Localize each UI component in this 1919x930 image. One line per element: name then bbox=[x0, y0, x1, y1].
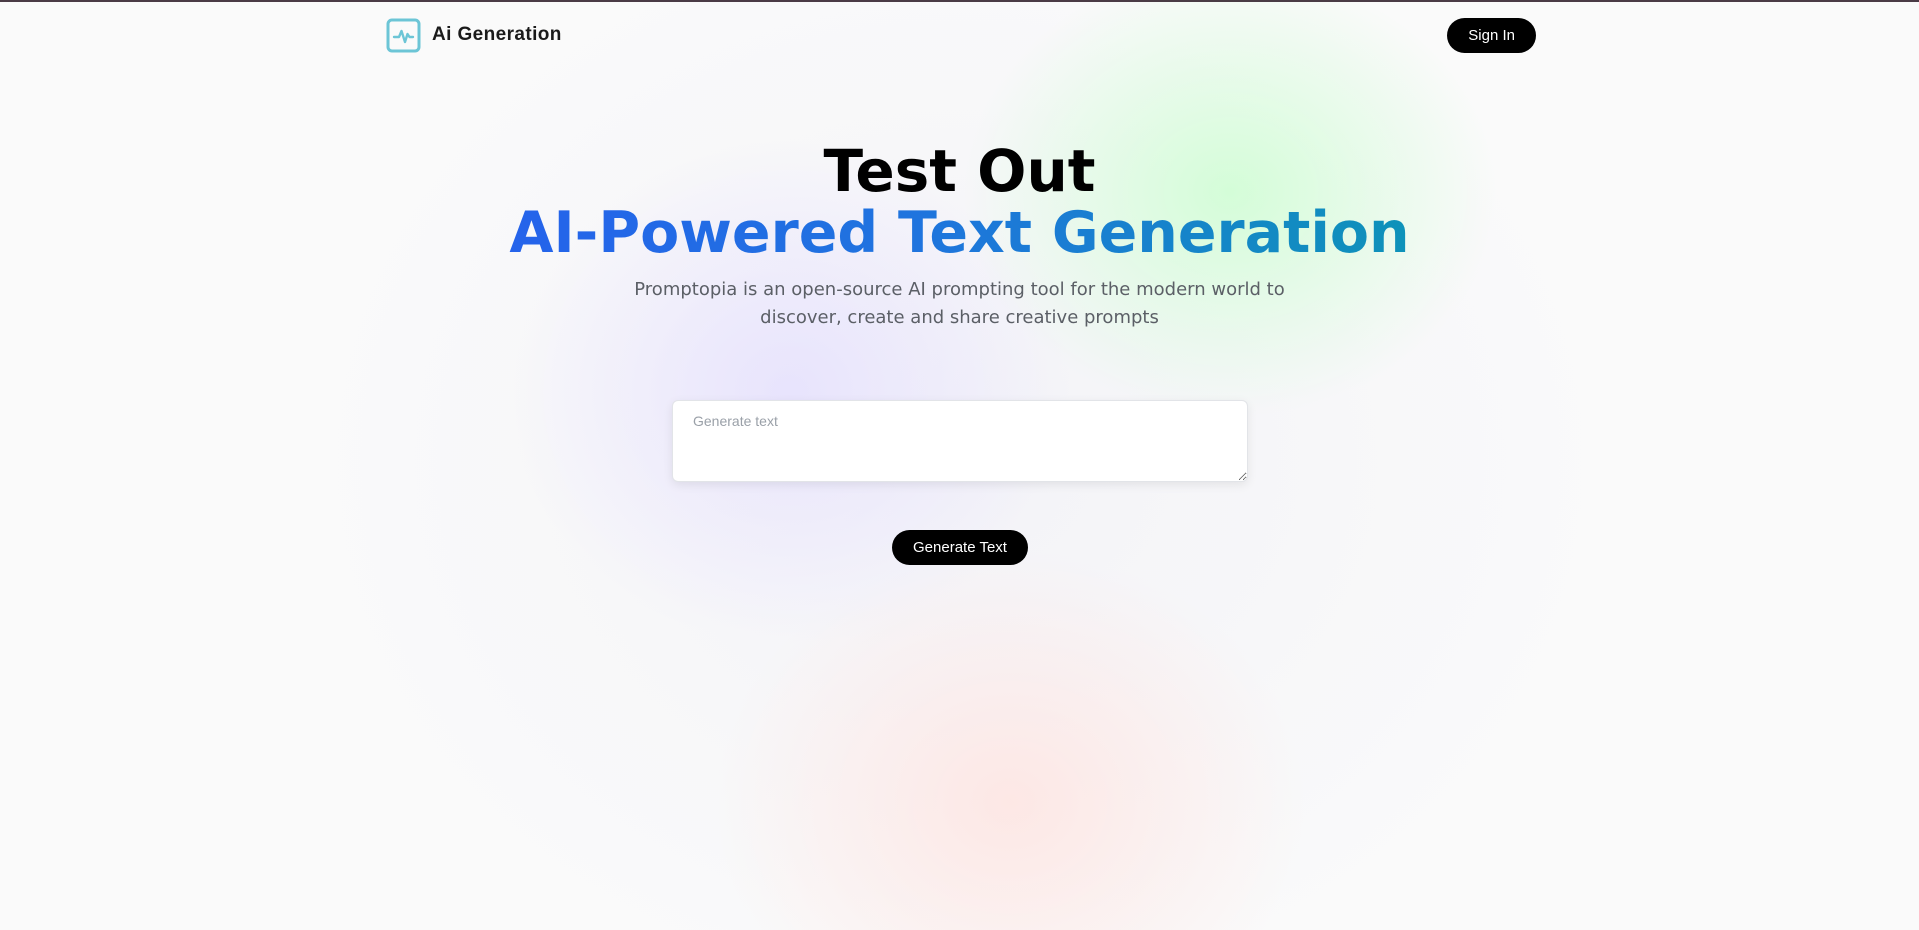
hero-section: Test Out AI-Powered Text Generation Prom… bbox=[0, 140, 1919, 332]
sign-in-button[interactable]: Sign In bbox=[1447, 17, 1536, 53]
hero-subtitle: Promptopia is an open-source AI promptin… bbox=[634, 279, 1285, 328]
page: Ai Generation Sign In Test Out AI-Powere… bbox=[0, 0, 1919, 930]
brand-name: Ai Generation bbox=[432, 24, 562, 45]
prompt-textarea[interactable] bbox=[672, 400, 1248, 482]
activity-pulse-icon bbox=[386, 18, 421, 52]
title-line-2-gradient: AI-Powered Text Generation bbox=[509, 200, 1410, 266]
title-line-1: Test Out bbox=[823, 137, 1096, 205]
generate-text-button[interactable]: Generate Text bbox=[892, 530, 1028, 565]
page-title: Test Out AI-Powered Text Generation bbox=[0, 140, 1919, 264]
top-nav: Ai Generation Sign In bbox=[386, 2, 1536, 68]
brand-link[interactable]: Ai Generation bbox=[386, 18, 562, 53]
